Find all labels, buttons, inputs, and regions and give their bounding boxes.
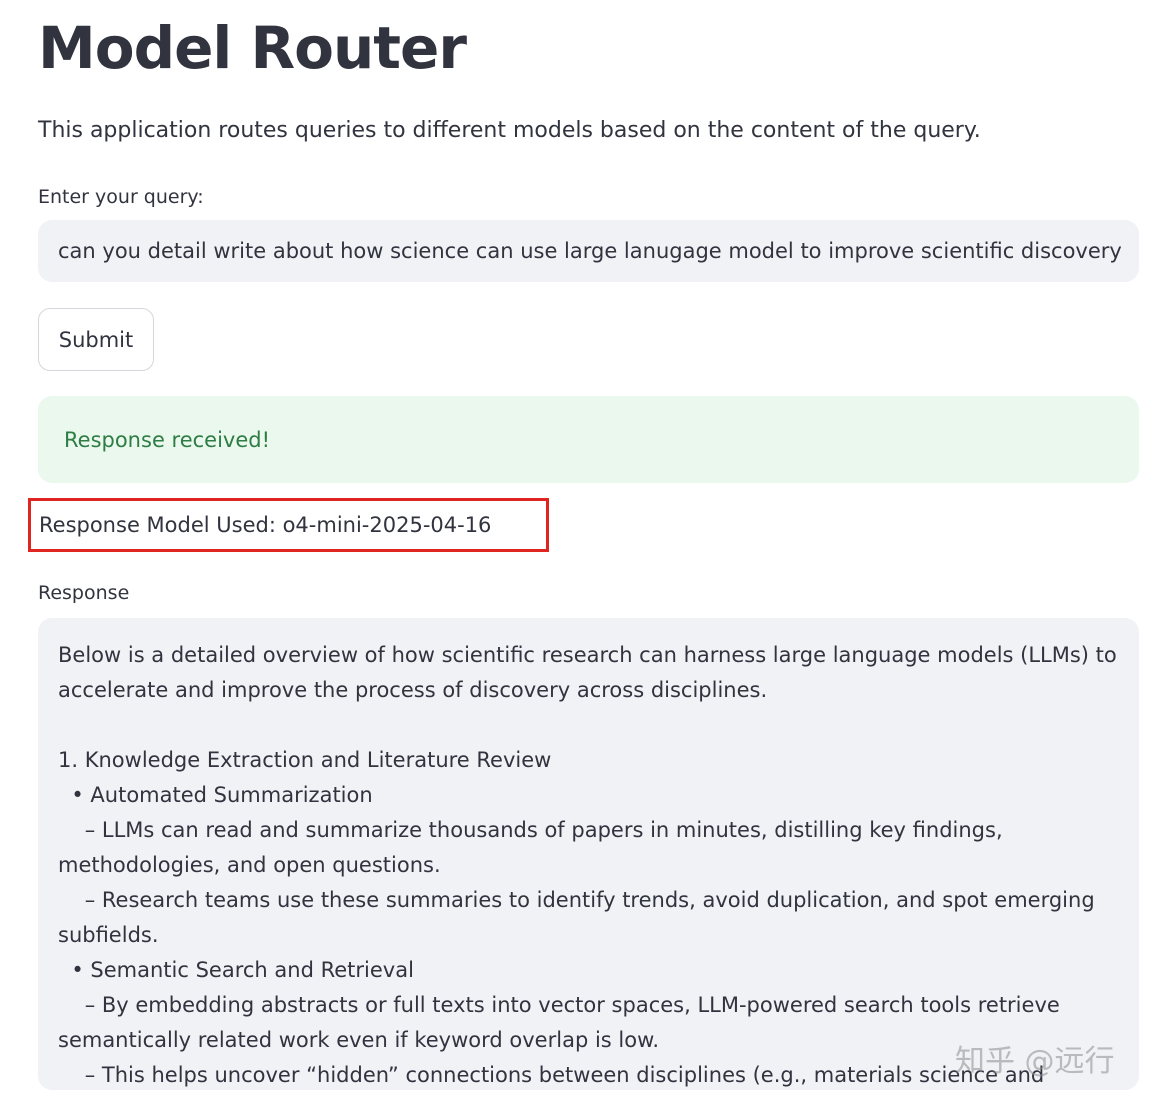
query-label: Enter your query: xyxy=(38,186,204,208)
success-message: Response received! xyxy=(64,427,271,452)
page-title: Model Router xyxy=(38,14,467,82)
app-description: This application routes queries to diffe… xyxy=(38,118,981,143)
query-input-value: can you detail write about how science c… xyxy=(58,239,1122,263)
model-used-highlight: Response Model Used: o4-mini-2025-04-16 xyxy=(28,498,549,552)
model-used-text: Response Model Used: o4-mini-2025-04-16 xyxy=(39,513,492,537)
response-textarea[interactable]: Below is a detailed overview of how scie… xyxy=(38,618,1139,1090)
query-input[interactable]: can you detail write about how science c… xyxy=(38,220,1139,282)
response-body: Below is a detailed overview of how scie… xyxy=(58,643,1117,1087)
success-alert: Response received! xyxy=(38,396,1139,483)
submit-button[interactable]: Submit xyxy=(38,308,154,371)
response-label: Response xyxy=(38,582,130,604)
